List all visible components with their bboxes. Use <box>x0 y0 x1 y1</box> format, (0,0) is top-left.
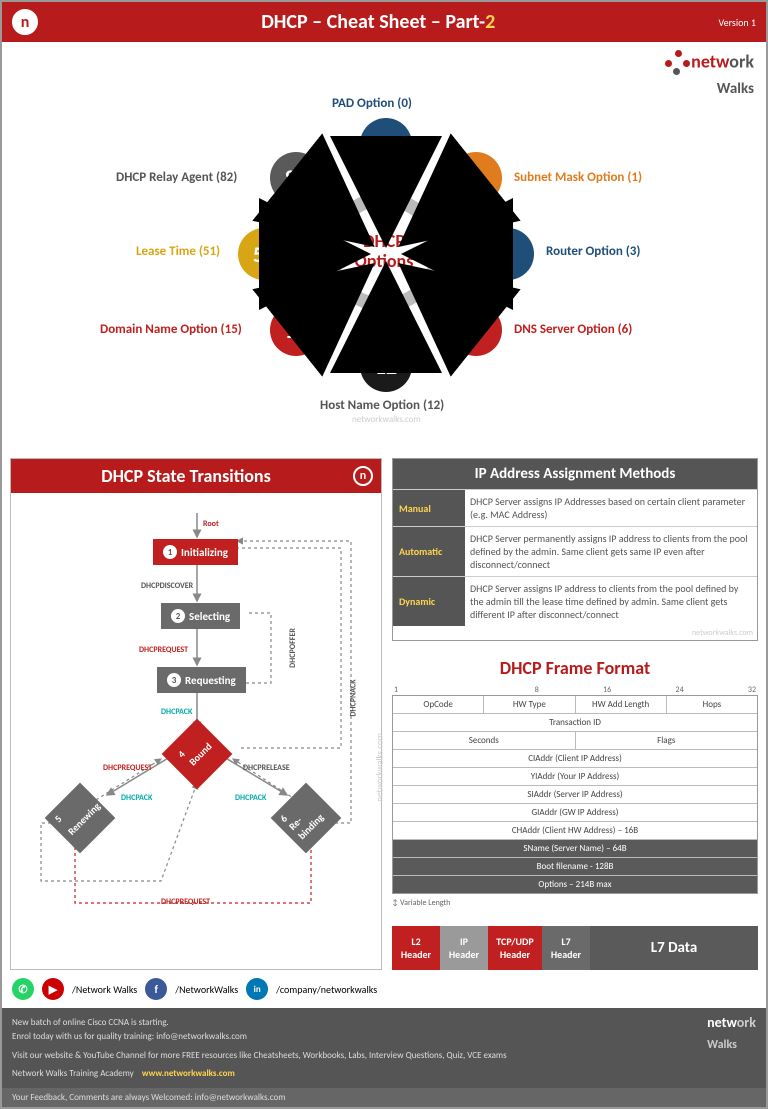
ack-label-3: DHCPACK <box>235 793 266 803</box>
footer-line1: New batch of online Cisco CCNA is starti… <box>12 1016 756 1030</box>
watermark: networkwalks.com <box>393 626 757 640</box>
page-title: DHCP – Cheat Sheet – Part-2 <box>38 10 718 34</box>
frame-headers-bar: L2 Header IP Header TCP/UDP Header L7 He… <box>392 926 758 970</box>
youtube-icon[interactable]: ▶ <box>42 978 64 1000</box>
ipam-row-automatic: AutomaticDHCP Server permanently assigns… <box>393 526 757 576</box>
state-panel-title: DHCP State Transitions n <box>11 459 381 493</box>
option-3-node: 3 <box>482 228 534 280</box>
request-label-3: DHCPREQUEST <box>161 897 210 907</box>
option-15-label: Domain Name Option (15) <box>100 322 242 337</box>
frame-format-section: DHCP Frame Format 18162432 OpCodeHW Type… <box>392 651 758 970</box>
state-selecting: 2Selecting <box>161 603 240 629</box>
watermark: networkwalks.com <box>352 414 421 425</box>
request-label-1: DHCPREQUEST <box>139 645 188 655</box>
academy-label: Network Walks Training Academy <box>12 1068 134 1079</box>
linkedin-label: /company/networkwalks <box>276 983 377 996</box>
footer-bar: Your Feedback, Comments are always Welco… <box>2 1088 766 1107</box>
ipam-row-dynamic: DynamicDHCP Server assigns IP address to… <box>393 576 757 626</box>
option-0-label: PAD Option (0) <box>332 96 412 111</box>
ipam-title: IP Address Assignment Methods <box>393 459 757 489</box>
request-label-2: DHCPREQUEST <box>103 763 152 773</box>
social-row: ✆ ▶ /Network Walks f/NetworkWalks in/comp… <box>2 970 766 1008</box>
ip-assignment-table: IP Address Assignment Methods ManualDHCP… <box>392 458 758 641</box>
state-initializing: 1Initializing <box>153 539 238 565</box>
state-requesting: 3Requesting <box>157 667 246 693</box>
option-12-node: 12 <box>360 340 412 392</box>
ipam-row-manual: ManualDHCP Server assigns IP Addresses b… <box>393 489 757 526</box>
state-bound: 4Bound <box>162 719 233 790</box>
option-12-label: Host Name Option (12) <box>320 398 444 413</box>
option-1-label: Subnet Mask Option (1) <box>514 170 642 185</box>
facebook-icon[interactable]: f <box>145 978 167 1000</box>
release-label: DHCPRELEASE <box>243 763 290 773</box>
option-6-node: 6 <box>450 304 502 356</box>
youtube-label: /Network Walks <box>72 983 137 996</box>
footer-line3: Visit our website & YouTube Channel for … <box>12 1049 756 1063</box>
state-rebinding: 6Re-binding <box>271 783 342 854</box>
option-82-label: DHCP Relay Agent (82) <box>116 170 237 185</box>
nack-label: DHCPNACK <box>349 679 359 716</box>
option-51-node: 51 <box>238 228 290 280</box>
hub-circle: DHCP Options <box>324 192 444 312</box>
version-label: Version 1 <box>718 16 756 29</box>
root-label: Root <box>203 519 219 529</box>
option-82-node: 82 <box>270 152 322 204</box>
option-3-label: Router Option (3) <box>546 244 640 259</box>
footer-info: networkWalks New batch of online Cisco C… <box>2 1008 766 1088</box>
whatsapp-icon[interactable]: ✆ <box>12 978 34 1000</box>
discover-label: DHCPDISCOVER <box>141 581 193 591</box>
watermark: networkwalks.com <box>375 733 386 802</box>
state-transitions-panel: DHCP State Transitions n <box>10 458 382 970</box>
offer-label: DHCPOFFER <box>288 628 298 668</box>
footer-brand: networkWalks <box>707 1012 756 1054</box>
ack-label-2: DHCPACK <box>121 793 152 803</box>
feedback-label: Your Feedback, Comments are always Welco… <box>12 1092 285 1103</box>
logo-icon: n <box>12 9 38 35</box>
dhcp-options-diagram: DHCP Options 0 PAD Option (0) 1 Subnet M… <box>2 52 766 452</box>
bit-ruler: 18162432 <box>392 685 758 695</box>
option-0-node: 0 <box>360 118 412 170</box>
option-1-node: 1 <box>450 152 502 204</box>
footer-line2: Enrol today with us for quality training… <box>12 1030 756 1044</box>
ack-label-1: DHCPACK <box>161 707 192 717</box>
varlen-label: ↕ Variable Length <box>392 898 758 908</box>
frame-title: DHCP Frame Format <box>392 657 758 679</box>
facebook-label: /NetworkWalks <box>175 983 238 996</box>
option-6-label: DNS Server Option (6) <box>514 322 632 337</box>
option-51-label: Lease Time (51) <box>136 244 220 259</box>
header-bar: n DHCP – Cheat Sheet – Part-2 Version 1 <box>2 2 766 42</box>
frame-table: OpCodeHW TypeHW Add LengthHops Transacti… <box>392 695 758 894</box>
option-15-node: 15 <box>270 304 322 356</box>
footer-url[interactable]: www.networkwalks.com <box>142 1068 235 1079</box>
linkedin-icon[interactable]: in <box>246 978 268 1000</box>
mini-logo-icon: n <box>353 466 373 486</box>
state-renewing: 5Renewing <box>45 783 116 854</box>
